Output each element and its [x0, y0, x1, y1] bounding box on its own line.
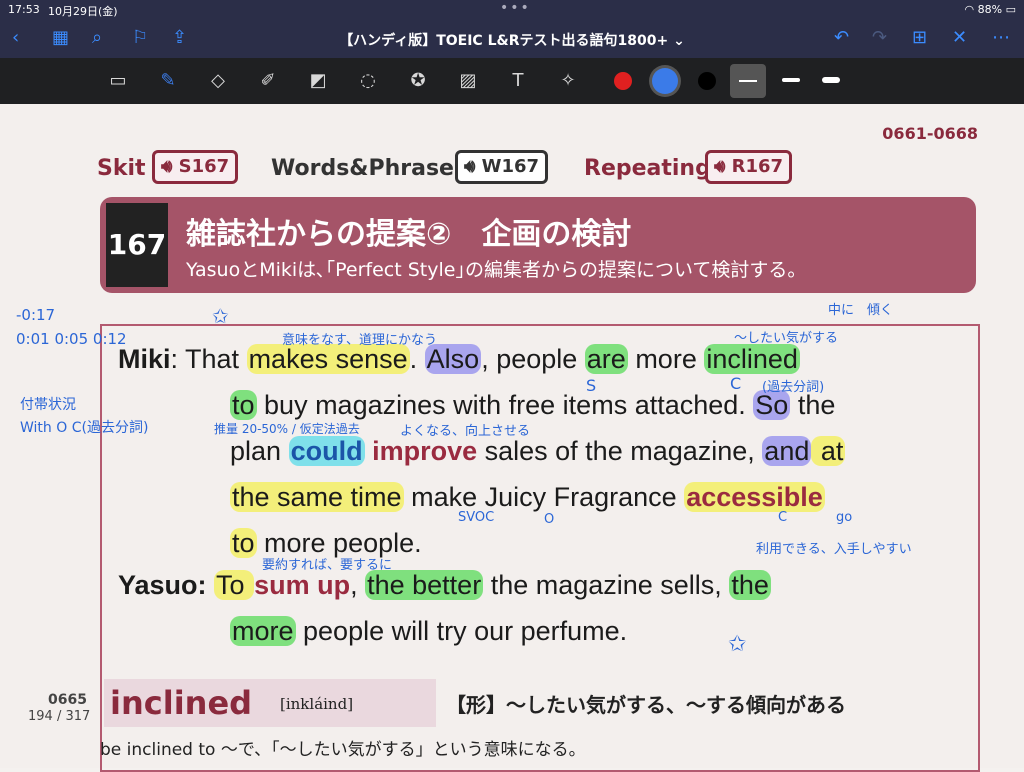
close-icon[interactable]: ✕ — [952, 28, 967, 48]
page-indicator: 194 / 317 — [28, 709, 91, 724]
annotation-naka: 中に 傾く — [828, 303, 894, 318]
dialog-line-1: Miki: That makes sense. Also, people are… — [118, 344, 800, 374]
annotation-svoc: SVOC — [458, 510, 495, 525]
document-title[interactable]: 【ハンディ版】TOEIC L&Rテスト出る語句1800+ ⌄ — [0, 30, 1024, 50]
vocab-pronunciation: [inkláind] — [280, 695, 354, 713]
status-time: 17:53 — [8, 3, 40, 16]
reader-icon[interactable]: ▭ — [106, 69, 130, 93]
annotation-c: C — [778, 510, 788, 525]
annotation-time-1: -0:17 — [16, 306, 56, 324]
shapes-icon[interactable]: ◩ — [306, 69, 330, 93]
dialog-line-4: the same time make Juicy Fragrance acces… — [230, 482, 825, 512]
star-mark-icon: ✩ — [212, 304, 229, 328]
annotation-with-oc: With O C(過去分詞) — [20, 420, 149, 436]
annotation-makes-sense: 意味をなす、道理にかなう — [282, 333, 437, 348]
chevron-down-icon: ⌄ — [673, 33, 685, 49]
stroke-medium-option[interactable] — [782, 78, 800, 82]
more-icon[interactable]: ⋯ — [992, 28, 1010, 48]
annotation-accessible: 利用できる、入手しやすい — [756, 542, 912, 557]
repeating-audio-button[interactable]: 🔊︎ R167 — [705, 150, 793, 184]
annotation-futai: 付帯状況 — [20, 397, 76, 413]
dialog-line-7: more people will try our perfume. — [230, 616, 628, 646]
vocab-note: be inclined to 〜で、「〜したい気がする」という意味になる。 — [100, 740, 586, 760]
page-id: 0661-0668 — [882, 124, 978, 143]
sticker-icon[interactable]: ✪ — [406, 69, 430, 93]
redo-icon[interactable]: ↷ — [872, 28, 887, 48]
stroke-thin-option[interactable] — [730, 64, 766, 98]
highlighter-icon[interactable]: ✐ — [256, 69, 280, 93]
dialog-line-6: Yasuo: To sum up, the better the magazin… — [118, 570, 771, 600]
laser-pointer-icon[interactable]: ✧ — [556, 69, 580, 93]
status-right: ◠ 88% ▭ — [965, 3, 1016, 16]
stroke-thick-option[interactable] — [822, 77, 840, 83]
color-black-swatch[interactable] — [698, 72, 716, 90]
words-label: Words&Phrases — [271, 156, 468, 181]
text-icon[interactable]: T — [506, 69, 530, 93]
lasso-icon[interactable]: ◌ — [356, 69, 380, 93]
speaker-icon: 🔊︎ — [161, 156, 173, 177]
annotation-c-mark: C — [730, 374, 742, 393]
annotation-time-2: 0:01 0:05 0:12 — [16, 330, 127, 348]
annotation-sum-up: 要約すれば、要するに — [262, 558, 393, 573]
status-date: 10月29日(金) — [48, 5, 118, 18]
annotation-kako: (過去分詞) — [762, 380, 825, 395]
skit-label: Skit — [97, 156, 146, 181]
eraser-icon[interactable]: ◇ — [206, 69, 230, 93]
add-page-icon[interactable]: ⊞ — [912, 28, 927, 48]
star-mark-icon-2: ✩ — [728, 632, 747, 657]
dialog-line-2: to buy magazines with free items attache… — [230, 390, 836, 420]
color-red-swatch[interactable] — [614, 72, 632, 90]
unit-banner: 167 雑誌社からの提案② 企画の検討 YasuoとMikiは､｢Perfect… — [100, 197, 976, 293]
unit-number: 167 — [106, 203, 168, 287]
speaker-icon: 🔊︎ — [714, 156, 726, 177]
annotation-toolbar: ▭ ✎ ◇ ✐ ◩ ◌ ✪ ▨ T ✧ — [0, 58, 1024, 104]
speaker-icon: 🔊︎ — [464, 156, 476, 177]
status-bar: 17:53 10月29日(金) ••• ◠ 88% ▭ — [0, 0, 1024, 20]
dialog-line-3: plan could improve sales of the magazine… — [230, 436, 846, 466]
nav-bar: ‹ ▦ ⌕ ⚐ ⇪ 【ハンディ版】TOEIC L&Rテスト出る語句1800+ ⌄… — [0, 20, 1024, 58]
words-audio-button[interactable]: 🔊︎ W167 — [455, 150, 549, 184]
pen-icon[interactable]: ✎ — [156, 69, 180, 93]
annotation-inclined: 〜したい気がする — [734, 331, 839, 346]
multitask-dots-icon[interactable]: ••• — [500, 0, 531, 16]
annotation-go: go — [836, 510, 853, 525]
vocab-entry: 0665 inclined [inkláind] 【形】〜したい気がする、〜する… — [0, 679, 1024, 769]
annotation-improve: よくなる、向上させる — [400, 424, 531, 439]
repeating-label: Repeating — [584, 156, 711, 181]
unit-title: 雑誌社からの提案② 企画の検討 — [186, 217, 632, 252]
undo-icon[interactable]: ↶ — [834, 28, 849, 48]
unit-subtitle: YasuoとMikiは､｢Perfect Style｣の編集者からの提案について… — [186, 259, 807, 281]
skit-audio-button[interactable]: 🔊︎ S167 — [152, 150, 239, 184]
image-icon[interactable]: ▨ — [456, 69, 480, 93]
annotation-s-mark: S — [586, 376, 597, 395]
battery-percent: 88% — [977, 3, 1003, 16]
vocab-number: 0665 — [48, 692, 87, 708]
annotation-suiryo: 推量 20-50% / 仮定法過去 — [214, 422, 360, 436]
document-page: 0661-0668 Skit 🔊︎ S167 Words&Phrases 🔊︎ … — [0, 104, 1024, 772]
color-blue-swatch[interactable] — [652, 68, 678, 94]
vocab-definition: 【形】〜したい気がする、〜する傾向がある — [446, 693, 846, 717]
annotation-o: O — [544, 512, 555, 527]
vocab-word: inclined — [104, 679, 436, 727]
wifi-icon: ◠ — [964, 3, 975, 16]
battery-icon: ▭ — [1005, 3, 1016, 16]
